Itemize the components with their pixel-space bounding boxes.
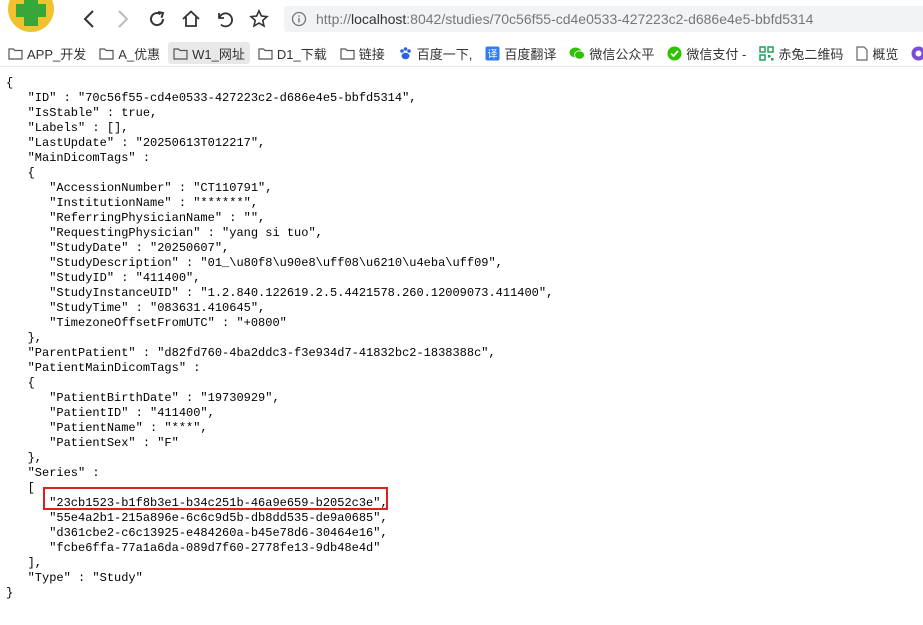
bookmark-star-button[interactable] (248, 8, 270, 30)
json-line: "ID" : "70c56f55-cd4e0533-427223c2-d686e… (6, 91, 417, 105)
json-line: }, (6, 331, 43, 345)
json-line: "StudyDate" : "20250607", (6, 241, 230, 255)
bookmark-overview[interactable]: 概览 (851, 42, 903, 64)
bookmark-folder-app[interactable]: APP_开发 (3, 42, 91, 64)
folder-icon (258, 47, 273, 60)
undo-icon (218, 12, 233, 28)
json-line: "fcbe6ffa-77a1a6da-089d7f60-2778fe13-9db… (6, 541, 381, 555)
json-line: "InstitutionName" : "******", (6, 196, 259, 210)
json-line: { (6, 76, 14, 90)
reload-icon (150, 11, 165, 27)
bookmark-wechat-platform[interactable]: 微信公众平 (564, 42, 659, 64)
translate-icon: 译 (485, 46, 500, 61)
address-bar[interactable]: http://localhost:8042/studies/70c56f55-c… (284, 6, 923, 32)
browser-logo-icon (8, 0, 54, 32)
forward-button[interactable] (112, 8, 134, 30)
json-line: { (6, 376, 35, 390)
folder-icon (173, 47, 188, 60)
json-line: "TimezoneOffsetFromUTC" : "+0800" (6, 316, 287, 330)
json-line: { (6, 166, 35, 180)
url-host: localhost (351, 11, 407, 27)
mp-icon (911, 46, 923, 61)
url-path: :8042/studies/70c56f55-cd4e0533-427223c2… (406, 11, 814, 27)
json-line: "d361cbe2-c6c13925-e484260a-b45e78d6-304… (6, 526, 388, 540)
json-line: "PatientSex" : "F" (6, 436, 179, 450)
json-line: "StudyInstanceUID" : "1.2.840.122619.2.5… (6, 286, 554, 300)
json-line: "PatientMainDicomTags" : (6, 361, 201, 375)
bookmarks-bar: APP_开发 A_优惠 W1_网址 D1_下载 链接 百度一下, 译 百度翻译 … (0, 40, 923, 67)
url-prefix: http:// (316, 11, 352, 27)
json-line: "55e4a2b1-215a896e-6c6c9d5b-db8dd535-de9… (6, 511, 388, 525)
json-line: }, (6, 451, 43, 465)
wechat-pay-icon (667, 46, 682, 61)
json-line: } (6, 586, 14, 600)
json-line: "RequestingPhysician" : "yang si tuo", (6, 226, 323, 240)
home-button[interactable] (180, 8, 202, 30)
svg-text:译: 译 (488, 48, 498, 60)
back-button[interactable] (78, 8, 100, 30)
json-line: "Labels" : [], (6, 121, 129, 135)
json-line: "MainDicomTags" : (6, 151, 151, 165)
json-line: "PatientBirthDate" : "19730929", (6, 391, 280, 405)
page-icon (856, 45, 868, 61)
bookmark-folder-websites[interactable]: W1_网址 (168, 42, 250, 64)
folder-icon (340, 47, 355, 60)
qrcode-icon (759, 45, 775, 61)
folder-icon (99, 47, 114, 60)
json-line: "PatientID" : "411400", (6, 406, 215, 420)
json-line: "Series" : (6, 466, 100, 480)
bookmark-baidu[interactable]: 百度一下, (393, 42, 478, 64)
reload-button[interactable] (146, 8, 168, 30)
home-icon (182, 10, 200, 27)
forward-arrow-icon (118, 10, 129, 28)
folder-icon (8, 47, 23, 60)
browser-toolbar: http://localhost:8042/studies/70c56f55-c… (0, 0, 923, 38)
json-line: "ParentPatient" : "d82fd760-4ba2ddc3-f3e… (6, 346, 496, 360)
bookmark-qrcode[interactable]: 赤兔二维码 (754, 42, 848, 64)
bookmark-folder-download[interactable]: D1_下载 (253, 42, 332, 64)
bookmark-folder-links[interactable]: 链接 (335, 42, 390, 64)
bookmark-wechat-pay[interactable]: 微信支付 - (662, 42, 751, 64)
json-line: [ (6, 481, 35, 495)
info-icon[interactable] (290, 10, 308, 28)
json-line: "IsStable" : true, (6, 106, 158, 120)
back-arrow-icon (83, 10, 94, 28)
wechat-icon (569, 46, 586, 61)
baidu-paw-icon (398, 46, 413, 61)
json-line: "StudyTime" : "083631.410645", (6, 301, 266, 315)
red-highlight-box (43, 487, 388, 510)
json-line: "Type" : "Study" (6, 571, 143, 585)
json-line: ], (6, 556, 43, 570)
star-icon (249, 9, 269, 28)
json-line: "AccessionNumber" : "CT110791", (6, 181, 273, 195)
undo-close-tab-button[interactable] (214, 8, 236, 30)
bookmark-mp[interactable]: MP (906, 42, 923, 64)
json-line: "StudyID" : "411400", (6, 271, 201, 285)
json-line: "ReferringPhysicianName" : "", (6, 211, 266, 225)
bookmark-baidu-translate[interactable]: 译 百度翻译 (480, 42, 561, 64)
json-line: "StudyDescription" : "01_\u80f8\u90e8\uf… (6, 256, 503, 270)
json-line: "LastUpdate" : "20250613T012217", (6, 136, 266, 150)
bookmark-folder-discount[interactable]: A_优惠 (94, 42, 165, 64)
json-line: "PatientName" : "***", (6, 421, 208, 435)
